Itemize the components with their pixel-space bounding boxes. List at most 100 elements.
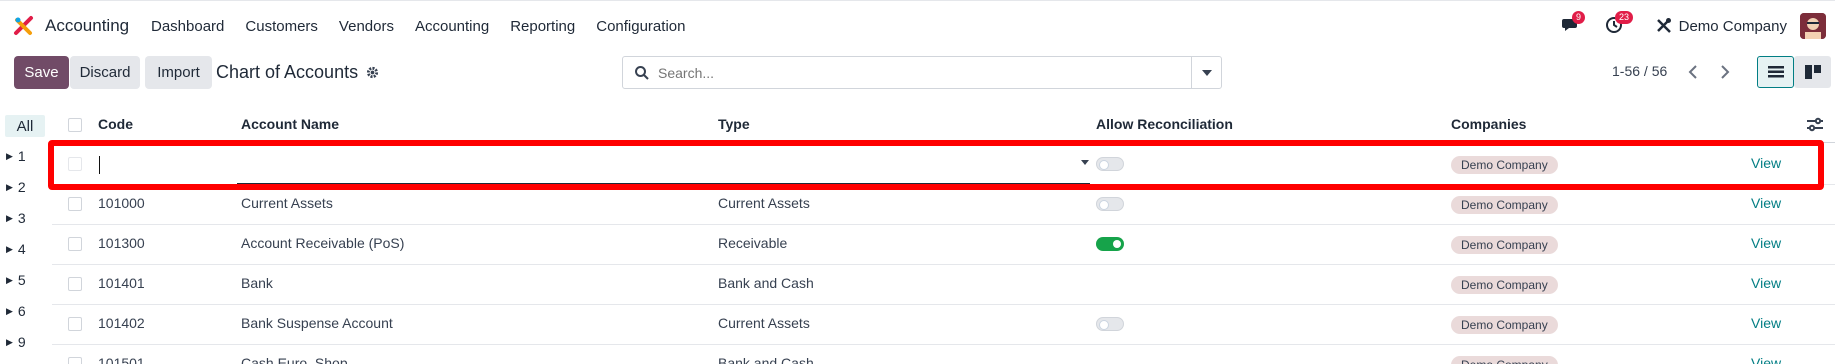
table-header: Code Account Name Type Allow Reconciliat… [52,106,1835,143]
table-row[interactable]: 101501 Cash Euro. Shop Bank and Cash Dem… [52,345,1835,364]
list-view-button[interactable] [1757,56,1794,88]
search-bar[interactable] [622,56,1222,89]
side-filter-1[interactable]: ▶ 1 [6,145,26,167]
side-filter-2[interactable]: ▶ 2 [6,176,26,198]
caret-right-icon: ▶ [6,336,13,347]
header-allow-reconciliation[interactable]: Allow Reconciliation [1096,116,1233,132]
save-button[interactable]: Save [14,56,69,89]
activities-badge: 23 [1615,11,1634,24]
view-link[interactable]: View [1751,355,1781,364]
header-code[interactable]: Code [98,116,133,132]
row-checkbox[interactable] [68,277,82,291]
account-type: Current Assets [718,195,810,211]
menu-accounting[interactable]: Accounting [415,18,489,35]
caret-right-icon: ▶ [6,150,13,161]
row-checkbox[interactable] [68,237,82,251]
select-all-checkbox[interactable] [68,118,82,132]
view-link[interactable]: View [1751,195,1781,211]
app-name[interactable]: Accounting [45,16,129,36]
reconcile-toggle[interactable] [1096,237,1124,251]
row-checkbox[interactable] [68,197,82,211]
account-name: Bank Suspense Account [241,315,393,331]
breadcrumb: Chart of Accounts [216,62,379,83]
search-icon [635,65,649,80]
table-row[interactable]: 101000 Current Assets Current Assets Dem… [52,185,1835,225]
account-code: 101402 [98,315,145,331]
view-link[interactable]: View [1751,235,1781,251]
caret-right-icon: ▶ [6,243,13,254]
row-checkbox[interactable] [68,357,82,364]
caret-right-icon: ▶ [6,181,13,192]
pager-previous[interactable] [1678,57,1708,87]
side-filter-5[interactable]: ▶ 5 [6,269,26,291]
company-tag: Demo Company [1451,356,1558,364]
account-code: 101000 [98,195,145,211]
kanban-view-icon [1804,65,1821,79]
header-companies[interactable]: Companies [1451,116,1526,132]
side-filter-all[interactable]: All [5,115,45,137]
company-tag: Demo Company [1451,236,1558,254]
account-code: 101401 [98,275,145,291]
chevron-right-icon [1721,65,1730,79]
account-name: Bank [241,275,273,291]
row-checkbox[interactable] [68,317,82,331]
company-tag: Demo Company [1451,276,1558,294]
user-avatar[interactable] [1800,13,1826,39]
account-type: Bank and Cash [718,355,814,364]
import-button[interactable]: Import [145,56,212,89]
side-filter-label: 1 [17,148,26,164]
caret-right-icon: ▶ [6,305,13,316]
search-input[interactable] [658,64,1188,81]
reconcile-toggle[interactable] [1096,197,1124,211]
accounting-app-icon[interactable] [13,15,35,37]
tools-icon [1657,18,1671,33]
view-link[interactable]: View [1751,315,1781,331]
pager-next[interactable] [1710,57,1740,87]
company-tag: Demo Company [1451,316,1558,334]
tools-systray[interactable] [1655,16,1675,36]
view-link[interactable]: View [1751,275,1781,291]
page-title: Chart of Accounts [216,62,359,82]
menu-reporting[interactable]: Reporting [510,18,575,35]
header-account-name[interactable]: Account Name [241,116,339,132]
kanban-view-button[interactable] [1794,56,1831,88]
menu-customers[interactable]: Customers [245,18,318,35]
reconcile-toggle[interactable] [1096,317,1124,331]
activities-systray[interactable]: 23 [1605,11,1634,36]
caret-down-icon [1201,69,1212,76]
account-type: Bank and Cash [718,275,814,291]
header-type[interactable]: Type [718,116,750,132]
top-navbar: Accounting Dashboard Customers Vendors A… [0,0,1835,50]
side-filter-3[interactable]: ▶ 3 [6,207,26,229]
account-code: 101501 [98,355,145,364]
table-row[interactable]: 101401 Bank Bank and Cash Demo Company V… [52,265,1835,305]
account-name: Cash Euro. Shop [241,355,348,364]
side-filter-label: 5 [17,272,26,288]
menu-dashboard[interactable]: Dashboard [151,18,224,35]
company-switcher[interactable]: Demo Company [1679,18,1787,35]
side-filter-9[interactable]: ▶ 9 [6,331,26,353]
caret-right-icon: ▶ [6,274,13,285]
messages-systray[interactable]: 9 [1562,11,1586,36]
discard-button[interactable]: Discard [70,56,140,89]
side-filter-label: 6 [17,303,26,319]
account-code: 101300 [98,235,145,251]
list-view-icon [1767,66,1784,78]
side-filter-label: 9 [17,334,26,350]
table-row[interactable]: 101402 Bank Suspense Account Current Ass… [52,305,1835,345]
account-name: Account Receivable (PoS) [241,235,405,251]
main-menu: Dashboard Customers Vendors Accounting R… [151,18,706,35]
menu-configuration[interactable]: Configuration [596,18,685,35]
menu-vendors[interactable]: Vendors [339,18,394,35]
table-row[interactable]: 101300 Account Receivable (PoS) Receivab… [52,225,1835,265]
side-filter-6[interactable]: ▶ 6 [6,300,26,322]
pager-value[interactable]: 1-56 / 56 [1612,63,1667,79]
gear-icon[interactable] [366,66,379,79]
optional-columns-icon[interactable] [1806,116,1824,134]
account-type: Current Assets [718,315,810,331]
highlighted-new-row [48,140,1824,190]
search-options-toggle[interactable] [1191,57,1221,88]
side-filter-4[interactable]: ▶ 4 [6,238,26,260]
account-name: Current Assets [241,195,333,211]
side-filter-label: 3 [17,210,26,226]
